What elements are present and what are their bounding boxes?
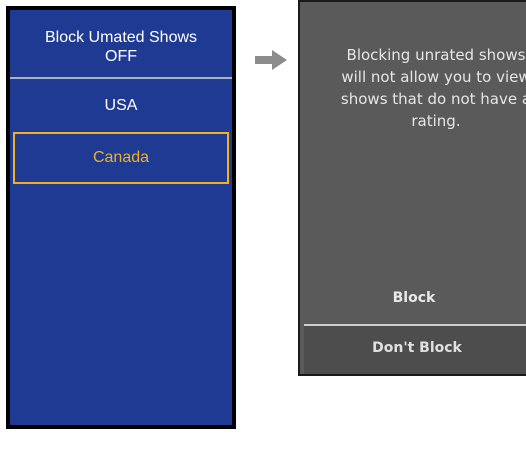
menu-item-usa[interactable]: USA xyxy=(10,96,232,115)
dialog-message: Blocking unrated shows will not allow yo… xyxy=(340,46,526,130)
settings-menu: Block Umated Shows OFF USA Canada xyxy=(10,10,232,425)
right-arrow-icon xyxy=(255,50,287,70)
block-unrated-shows-state: OFF xyxy=(105,48,137,65)
block-unrated-shows-label: Block Umated Shows xyxy=(44,29,198,46)
block-button[interactable]: Block xyxy=(300,290,526,306)
block-unrated-dialog: Blocking unrated shows will not allow yo… xyxy=(298,0,526,376)
menu-divider xyxy=(10,77,232,79)
menu-item-canada[interactable]: Canada xyxy=(13,132,229,184)
dont-block-button[interactable]: Don't Block xyxy=(304,324,526,374)
block-unrated-shows-item[interactable]: Block Umated Shows OFF xyxy=(10,28,232,66)
settings-menu-frame: Block Umated Shows OFF USA Canada xyxy=(6,6,236,429)
